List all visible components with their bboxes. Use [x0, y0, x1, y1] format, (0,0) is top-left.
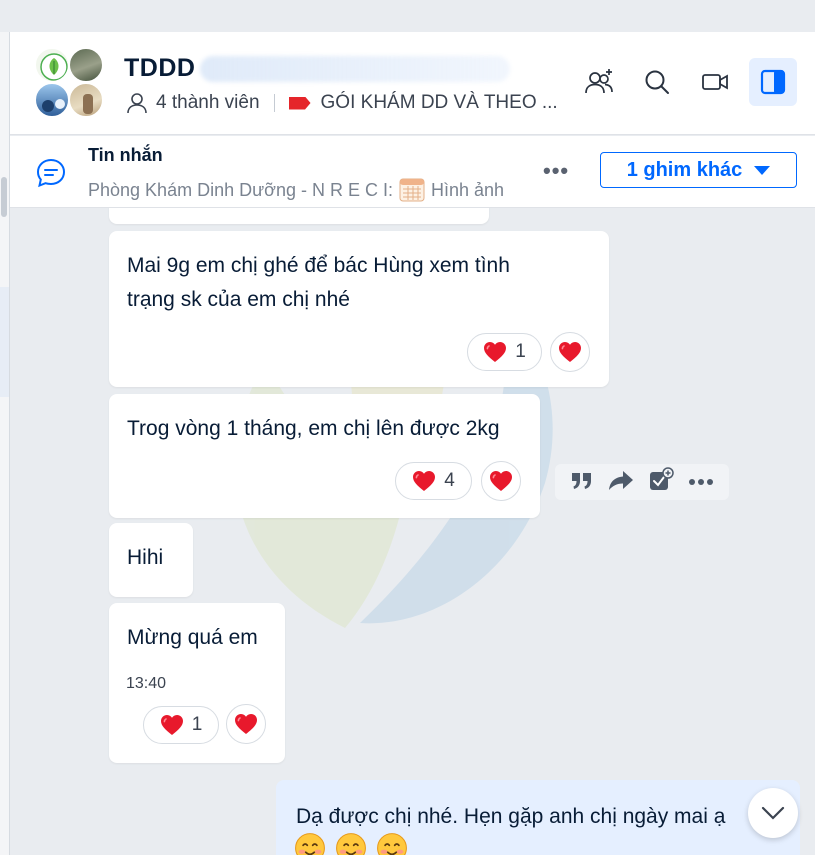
conversation-list-edge[interactable] — [0, 32, 10, 855]
message-text-line: Mai 9g em chị ghé để bác Hùng xem tình — [127, 254, 510, 277]
chevron-down-icon — [761, 806, 785, 820]
member-avatar-logo — [34, 47, 70, 83]
member-count[interactable]: 4 thành viên — [156, 92, 260, 114]
chat-header: TDDD 4 thành viên GÓI KHÁM DD VÀ THEO ..… — [10, 32, 815, 135]
reaction-count: 4 — [444, 470, 455, 491]
window-top-strip — [0, 0, 815, 32]
more-actions-button[interactable] — [688, 473, 714, 491]
search-icon — [645, 70, 669, 94]
divider — [273, 94, 275, 112]
member-avatar-photo — [34, 82, 70, 118]
message-text: Mai 9g em chị ghé để bác Hùng xem tình t… — [127, 249, 510, 317]
redacted-title-overlay — [200, 56, 510, 82]
heart-icon — [489, 470, 513, 492]
conversation-label[interactable]: GÓI KHÁM DD VÀ THEO ... — [321, 92, 558, 114]
message-text: Dạ được chị nhé. Hẹn gặp anh chị ngày ma… — [296, 805, 726, 828]
search-button[interactable] — [633, 58, 681, 106]
label-tag-icon — [288, 96, 311, 110]
reaction-count: 1 — [191, 714, 203, 735]
forward-icon — [609, 470, 633, 490]
members-icon[interactable] — [126, 92, 148, 114]
message-bubble[interactable]: Mừng quá em 13:40 1 — [109, 603, 285, 763]
other-pins-label: 1 ghim khác — [626, 158, 743, 181]
quote-button[interactable] — [570, 469, 594, 496]
message-bubble-partial[interactable] — [109, 208, 489, 224]
pinned-message-bar[interactable]: Tin nhắn Phòng Khám Dinh Dưỡng - N R E C… — [10, 136, 815, 208]
header-subtitle: 4 thành viên GÓI KHÁM DD VÀ THEO ... — [126, 92, 558, 114]
pinned-more-button[interactable]: ••• — [543, 158, 569, 184]
image-thumbnail-icon — [399, 177, 425, 203]
other-pins-button[interactable]: 1 ghim khác — [600, 152, 797, 188]
smiling-face-icon — [376, 832, 408, 855]
add-reaction-button[interactable] — [226, 704, 266, 744]
message-text-line: trạng sk của em chị nhé — [127, 288, 350, 311]
message-hover-actions — [555, 464, 729, 500]
sent-message-bubble[interactable]: Dạ được chị nhé. Hẹn gặp anh chị ngày ma… — [276, 780, 800, 855]
selected-conversation-edge — [0, 287, 9, 397]
message-text: Hihi — [127, 546, 164, 569]
video-call-icon — [702, 74, 728, 90]
heart-icon — [483, 341, 507, 363]
add-member-icon — [585, 69, 613, 94]
heart-icon — [412, 470, 436, 492]
group-title[interactable]: TDDD — [124, 54, 195, 83]
message-time: 13:40 — [126, 675, 167, 692]
reaction-count: 1 — [515, 341, 526, 362]
video-call-button[interactable] — [691, 58, 739, 106]
add-member-button[interactable] — [575, 58, 623, 106]
message-text: Trog vòng 1 tháng, em chị lên được 2kg — [127, 417, 500, 440]
toggle-side-panel-button[interactable] — [749, 58, 797, 106]
quote-icon — [572, 472, 591, 489]
scrollbar-thumb[interactable] — [1, 177, 7, 217]
scroll-to-bottom-button[interactable] — [748, 788, 798, 838]
message-list[interactable]: Mai 9g em chị ghé để bác Hùng xem tình t… — [10, 208, 815, 855]
reaction-summary[interactable]: 1 — [467, 333, 542, 371]
reaction-summary[interactable]: 4 — [395, 462, 472, 500]
message-bubble[interactable]: Mai 9g em chị ghé để bác Hùng xem tình t… — [109, 231, 609, 387]
message-bubble[interactable]: Trog vòng 1 tháng, em chị lên được 2kg 4 — [109, 394, 540, 518]
emoji-row — [294, 832, 408, 855]
heart-icon — [234, 713, 258, 735]
header-actions — [575, 58, 797, 106]
member-avatar-photo — [68, 82, 104, 118]
heart-icon — [558, 341, 582, 363]
add-reaction-button[interactable] — [481, 461, 521, 501]
add-reaction-button[interactable] — [550, 332, 590, 372]
more-icon — [689, 479, 713, 485]
reaction-summary[interactable]: 1 — [143, 706, 219, 744]
pinned-title: Tin nhắn — [88, 145, 163, 165]
message-bubble[interactable]: Hihi — [109, 523, 193, 597]
add-task-button[interactable] — [648, 466, 674, 498]
member-avatar-photo — [68, 47, 104, 83]
smiling-face-icon — [335, 832, 367, 855]
add-task-icon — [650, 466, 674, 490]
pinned-content-type: Hình ảnh — [430, 179, 505, 200]
message-text: Mừng quá em — [127, 626, 258, 649]
heart-icon — [160, 714, 184, 736]
group-avatar[interactable] — [34, 47, 106, 119]
caret-down-icon — [754, 165, 771, 175]
side-panel-icon — [760, 69, 786, 95]
pinned-preview: Phòng Khám Dinh Dưỡng - N R E C I: Hình … — [88, 177, 504, 203]
forward-button[interactable] — [608, 469, 634, 496]
smiling-face-icon — [294, 832, 326, 855]
pinned-sender: Phòng Khám Dinh Dưỡng - N R E C I: — [88, 179, 393, 200]
message-icon — [34, 156, 68, 195]
